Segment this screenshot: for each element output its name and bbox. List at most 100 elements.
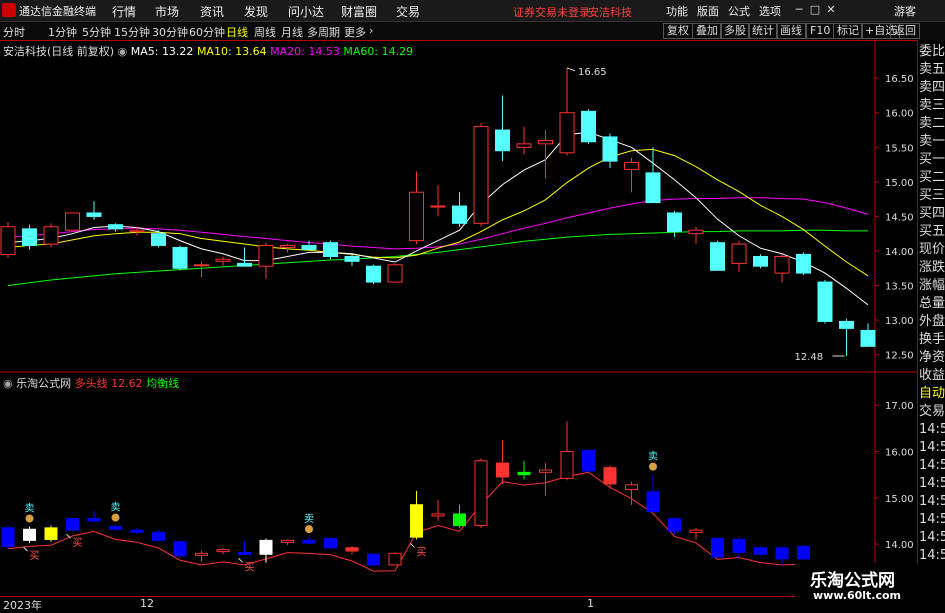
price-tick-label: 14.50 bbox=[885, 212, 914, 223]
side-panel-item[interactable]: 买三 bbox=[919, 187, 945, 205]
candle-body bbox=[581, 110, 596, 143]
menu-quotes[interactable]: 行情 bbox=[112, 3, 136, 20]
watermark: 乐淘公式网 www.60lt.com bbox=[795, 563, 945, 609]
period-monthly[interactable]: 月线 bbox=[281, 24, 303, 40]
side-panel-item[interactable]: 14:5 bbox=[919, 439, 945, 457]
minimize-icon[interactable]: ─ bbox=[792, 3, 806, 17]
ind-bar bbox=[66, 518, 79, 531]
ind-bar bbox=[732, 538, 746, 553]
price-tick-label: 13.00 bbox=[885, 316, 914, 327]
back-button[interactable]: 返回 bbox=[890, 23, 920, 39]
period-1min[interactable]: 1分钟 bbox=[48, 24, 77, 40]
candle-body bbox=[624, 162, 639, 170]
price-tick-label: 16.00 bbox=[885, 109, 914, 120]
settings-icon[interactable]: ◉ bbox=[118, 45, 131, 58]
period-more[interactable]: 更多 bbox=[344, 24, 366, 40]
side-panel-item[interactable]: 14:5 bbox=[919, 457, 945, 475]
side-panel-item[interactable]: 买四 bbox=[919, 205, 945, 223]
candle-body bbox=[344, 255, 360, 262]
ind-bar bbox=[582, 450, 595, 472]
settings-icon[interactable]: ◉ bbox=[3, 377, 16, 390]
side-panel-item[interactable]: 涨幅 bbox=[919, 277, 945, 295]
more-chevron-icon[interactable]: › bbox=[369, 24, 373, 37]
ma5-line bbox=[7, 131, 869, 306]
price-tick-label: 15.50 bbox=[885, 143, 914, 154]
side-panel-item[interactable]: 卖四 bbox=[919, 79, 945, 97]
side-panel-item[interactable]: 卖二 bbox=[919, 115, 945, 133]
menu-layout[interactable]: 版面 bbox=[697, 3, 719, 19]
side-panel-item[interactable]: 卖三 bbox=[919, 97, 945, 115]
side-panel-item[interactable]: 外盘 bbox=[919, 313, 945, 331]
ind-bar bbox=[367, 553, 380, 566]
side-panel-item[interactable]: 14:5 bbox=[919, 493, 945, 511]
ind-bar bbox=[410, 504, 423, 538]
menu-ask[interactable]: 问小达 bbox=[288, 3, 324, 20]
restore-icon[interactable]: □ bbox=[808, 3, 822, 17]
close-icon[interactable]: ✕ bbox=[824, 3, 838, 17]
adjust-button[interactable]: 复权 bbox=[663, 23, 693, 39]
menu-trade[interactable]: 交易 bbox=[396, 3, 420, 20]
period-weekly[interactable]: 周线 bbox=[254, 24, 276, 40]
f10-button[interactable]: F10 bbox=[806, 23, 835, 39]
side-panel-item[interactable]: 14:5 bbox=[919, 421, 945, 439]
side-panel-item[interactable]: 现价 bbox=[919, 241, 945, 259]
indicator-chart[interactable]: 17.0016.0015.0014.00买买买买卖 卖卖卖 bbox=[0, 373, 917, 596]
ind-bar bbox=[797, 545, 810, 560]
quote-side-panel: 委比 卖五 卖四 卖三 卖二 卖一 买一 买二 买三 买四 买五 现价 涨跌 涨幅 总量 外盘 换手 净资 收益 自动… bbox=[917, 40, 945, 609]
overlay-button[interactable]: 叠加 bbox=[692, 23, 722, 39]
side-panel-item[interactable]: 卖一 bbox=[919, 133, 945, 151]
ind-bar bbox=[603, 467, 617, 485]
guest-user[interactable]: 游客 bbox=[894, 3, 916, 19]
mark-button[interactable]: 标记 bbox=[833, 23, 863, 39]
menu-news[interactable]: 资讯 bbox=[200, 3, 224, 20]
side-panel-item[interactable]: 14:5 bbox=[919, 511, 945, 529]
ind-tick-label: 16.00 bbox=[885, 447, 914, 458]
side-panel-item[interactable]: 买一 bbox=[919, 151, 945, 169]
price-tick-label: 13.50 bbox=[885, 282, 914, 293]
side-panel-item[interactable]: 净资 bbox=[919, 349, 945, 367]
side-panel-item[interactable]: 委比 bbox=[919, 43, 945, 61]
side-panel-item[interactable]: 涨跌 bbox=[919, 259, 945, 277]
menu-market[interactable]: 市场 bbox=[155, 3, 179, 20]
candlestick-chart[interactable]: 16.50 16.00 15.50 15.00 14.50 14.00 13.50 13.00… bbox=[0, 40, 917, 373]
login-warning[interactable]: 证券交易未登录 bbox=[513, 4, 590, 20]
multi-stock-button[interactable]: 多股 bbox=[720, 23, 750, 39]
ind-bar bbox=[302, 539, 316, 544]
candle-body bbox=[688, 229, 704, 235]
menu-formula[interactable]: 公式 bbox=[728, 3, 750, 19]
stats-button[interactable]: 统计 bbox=[748, 23, 778, 39]
candle-body bbox=[215, 258, 231, 262]
side-panel-item[interactable]: 换手 bbox=[919, 331, 945, 349]
menu-wealth[interactable]: 财富圈 bbox=[341, 3, 377, 20]
side-panel-item[interactable]: 14:5 bbox=[919, 529, 945, 547]
side-panel-item[interactable]: 买五 bbox=[919, 223, 945, 241]
period-5min[interactable]: 5分钟 bbox=[82, 24, 111, 40]
period-tick[interactable]: 分时 bbox=[3, 24, 25, 40]
menu-options[interactable]: 选项 bbox=[759, 3, 781, 19]
period-toolbar: 分时 1分钟 5分钟 15分钟 30分钟 60分钟 日线 周线 月线 多周期 更… bbox=[0, 22, 945, 41]
date-label: 2023年 bbox=[3, 599, 42, 612]
period-daily[interactable]: 日线 bbox=[226, 24, 248, 40]
side-panel-item[interactable]: 收益 bbox=[919, 367, 945, 385]
draw-line-button[interactable]: 画线 bbox=[776, 23, 806, 39]
menu-function[interactable]: 功能 bbox=[666, 3, 688, 19]
side-panel-item[interactable]: 卖五 bbox=[919, 61, 945, 79]
ma5-label: MA5: bbox=[130, 45, 159, 58]
menu-discover[interactable]: 发现 bbox=[244, 3, 268, 20]
period-15min[interactable]: 15分钟 bbox=[114, 24, 150, 40]
ma10-value: 13.64 bbox=[235, 45, 267, 58]
side-panel-item[interactable]: 总量 bbox=[919, 295, 945, 313]
candle-body bbox=[602, 136, 618, 162]
side-panel-item[interactable]: 14:5 bbox=[919, 475, 945, 493]
sell-signal-label: 卖 bbox=[25, 502, 35, 514]
ind-bar bbox=[474, 460, 488, 527]
ind-bar bbox=[754, 547, 767, 555]
side-panel-item[interactable]: 交易 bbox=[919, 403, 945, 421]
period-60min[interactable]: 60分钟 bbox=[189, 24, 225, 40]
side-panel-item[interactable]: 自动 bbox=[919, 385, 945, 403]
side-panel-item[interactable]: 买二 bbox=[919, 169, 945, 187]
period-multi[interactable]: 多周期 bbox=[307, 24, 340, 40]
sell-signal-label: 卖 bbox=[304, 513, 314, 525]
period-30min[interactable]: 30分钟 bbox=[152, 24, 188, 40]
indicator-title: 乐淘公式网 bbox=[16, 377, 72, 390]
